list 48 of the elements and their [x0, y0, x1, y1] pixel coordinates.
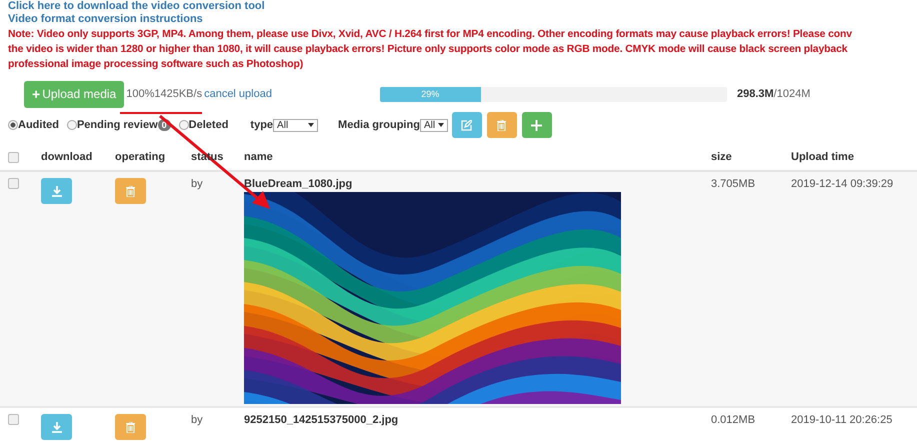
- download-icon: [52, 186, 62, 196]
- upload-time: 2019-10-11 20:26:25: [791, 414, 892, 426]
- dropdown-caret-icon: [438, 123, 444, 127]
- delete-button[interactable]: [115, 178, 146, 204]
- progress-fill: 29%: [380, 86, 481, 102]
- edit-button[interactable]: [452, 112, 482, 138]
- delete-button[interactable]: [115, 414, 146, 440]
- trash-icon: [126, 186, 135, 196]
- file-size: 3.705MB: [711, 178, 756, 190]
- grouping-label: Media grouping: [338, 119, 420, 131]
- filter-radio[interactable]: Pending review 0: [66, 119, 171, 131]
- download-button[interactable]: [41, 178, 72, 204]
- filter-radio[interactable]: Deleted: [178, 119, 228, 131]
- trash-icon: [126, 422, 135, 432]
- warning-note: the video is wider than 1280 or higher than 1080, it will cause playback errors! Picture only supports color mode as RGB mode. CMYK mode will cause black screen playback: [8, 43, 848, 57]
- status-text: by: [191, 178, 203, 190]
- delete-button[interactable]: [486, 112, 517, 138]
- add-button[interactable]: [522, 112, 552, 138]
- upload-speed: 100%1425KB/s: [126, 88, 202, 100]
- dropdown-caret-icon: [308, 123, 314, 127]
- column-header: size: [711, 150, 733, 165]
- type-select[interactable]: All: [273, 118, 318, 132]
- trash-icon: [497, 120, 506, 130]
- row-checkbox[interactable]: [8, 178, 19, 189]
- column-header: Upload time: [791, 150, 855, 165]
- row-checkbox[interactable]: [8, 414, 19, 425]
- plus-icon: [531, 120, 542, 130]
- grouping-select[interactable]: All: [420, 118, 448, 132]
- cancel-upload-link[interactable]: cancel upload: [204, 88, 272, 100]
- warning-note: Note: Video only supports 3GP, MP4. Among them, please use Divx, Xvid, AVC / H.264 first for MP4 encoding. Other encoding formats may cause playback errors! Please conv: [8, 28, 852, 42]
- type-label: type: [250, 119, 274, 131]
- filter-radio[interactable]: Audited: [8, 119, 59, 131]
- download-button[interactable]: [41, 414, 72, 440]
- select-all-checkbox[interactable]: [8, 152, 19, 162]
- column-header: operating: [115, 150, 166, 165]
- file-size: 0.012MB: [711, 414, 756, 426]
- conversion-instructions-link[interactable]: Video format conversion instructions: [8, 13, 203, 26]
- storage-quota: 298.3M/1024M: [736, 88, 810, 100]
- upload-time: 2019-12-14 09:39:29: [791, 178, 894, 190]
- edit-icon: [461, 120, 472, 130]
- file-name: BlueDream_1080.jpg: [244, 178, 352, 190]
- download-icon: [52, 422, 62, 432]
- warning-note: professional image processing software such as Photoshop): [8, 58, 304, 72]
- column-header: name: [244, 150, 274, 165]
- download-tool-link[interactable]: Click here to download the video conversion tool: [8, 0, 265, 13]
- status-text: by: [191, 414, 203, 426]
- file-name: 9252150_142515375000_2.jpg: [244, 414, 398, 426]
- column-header: download: [41, 150, 94, 165]
